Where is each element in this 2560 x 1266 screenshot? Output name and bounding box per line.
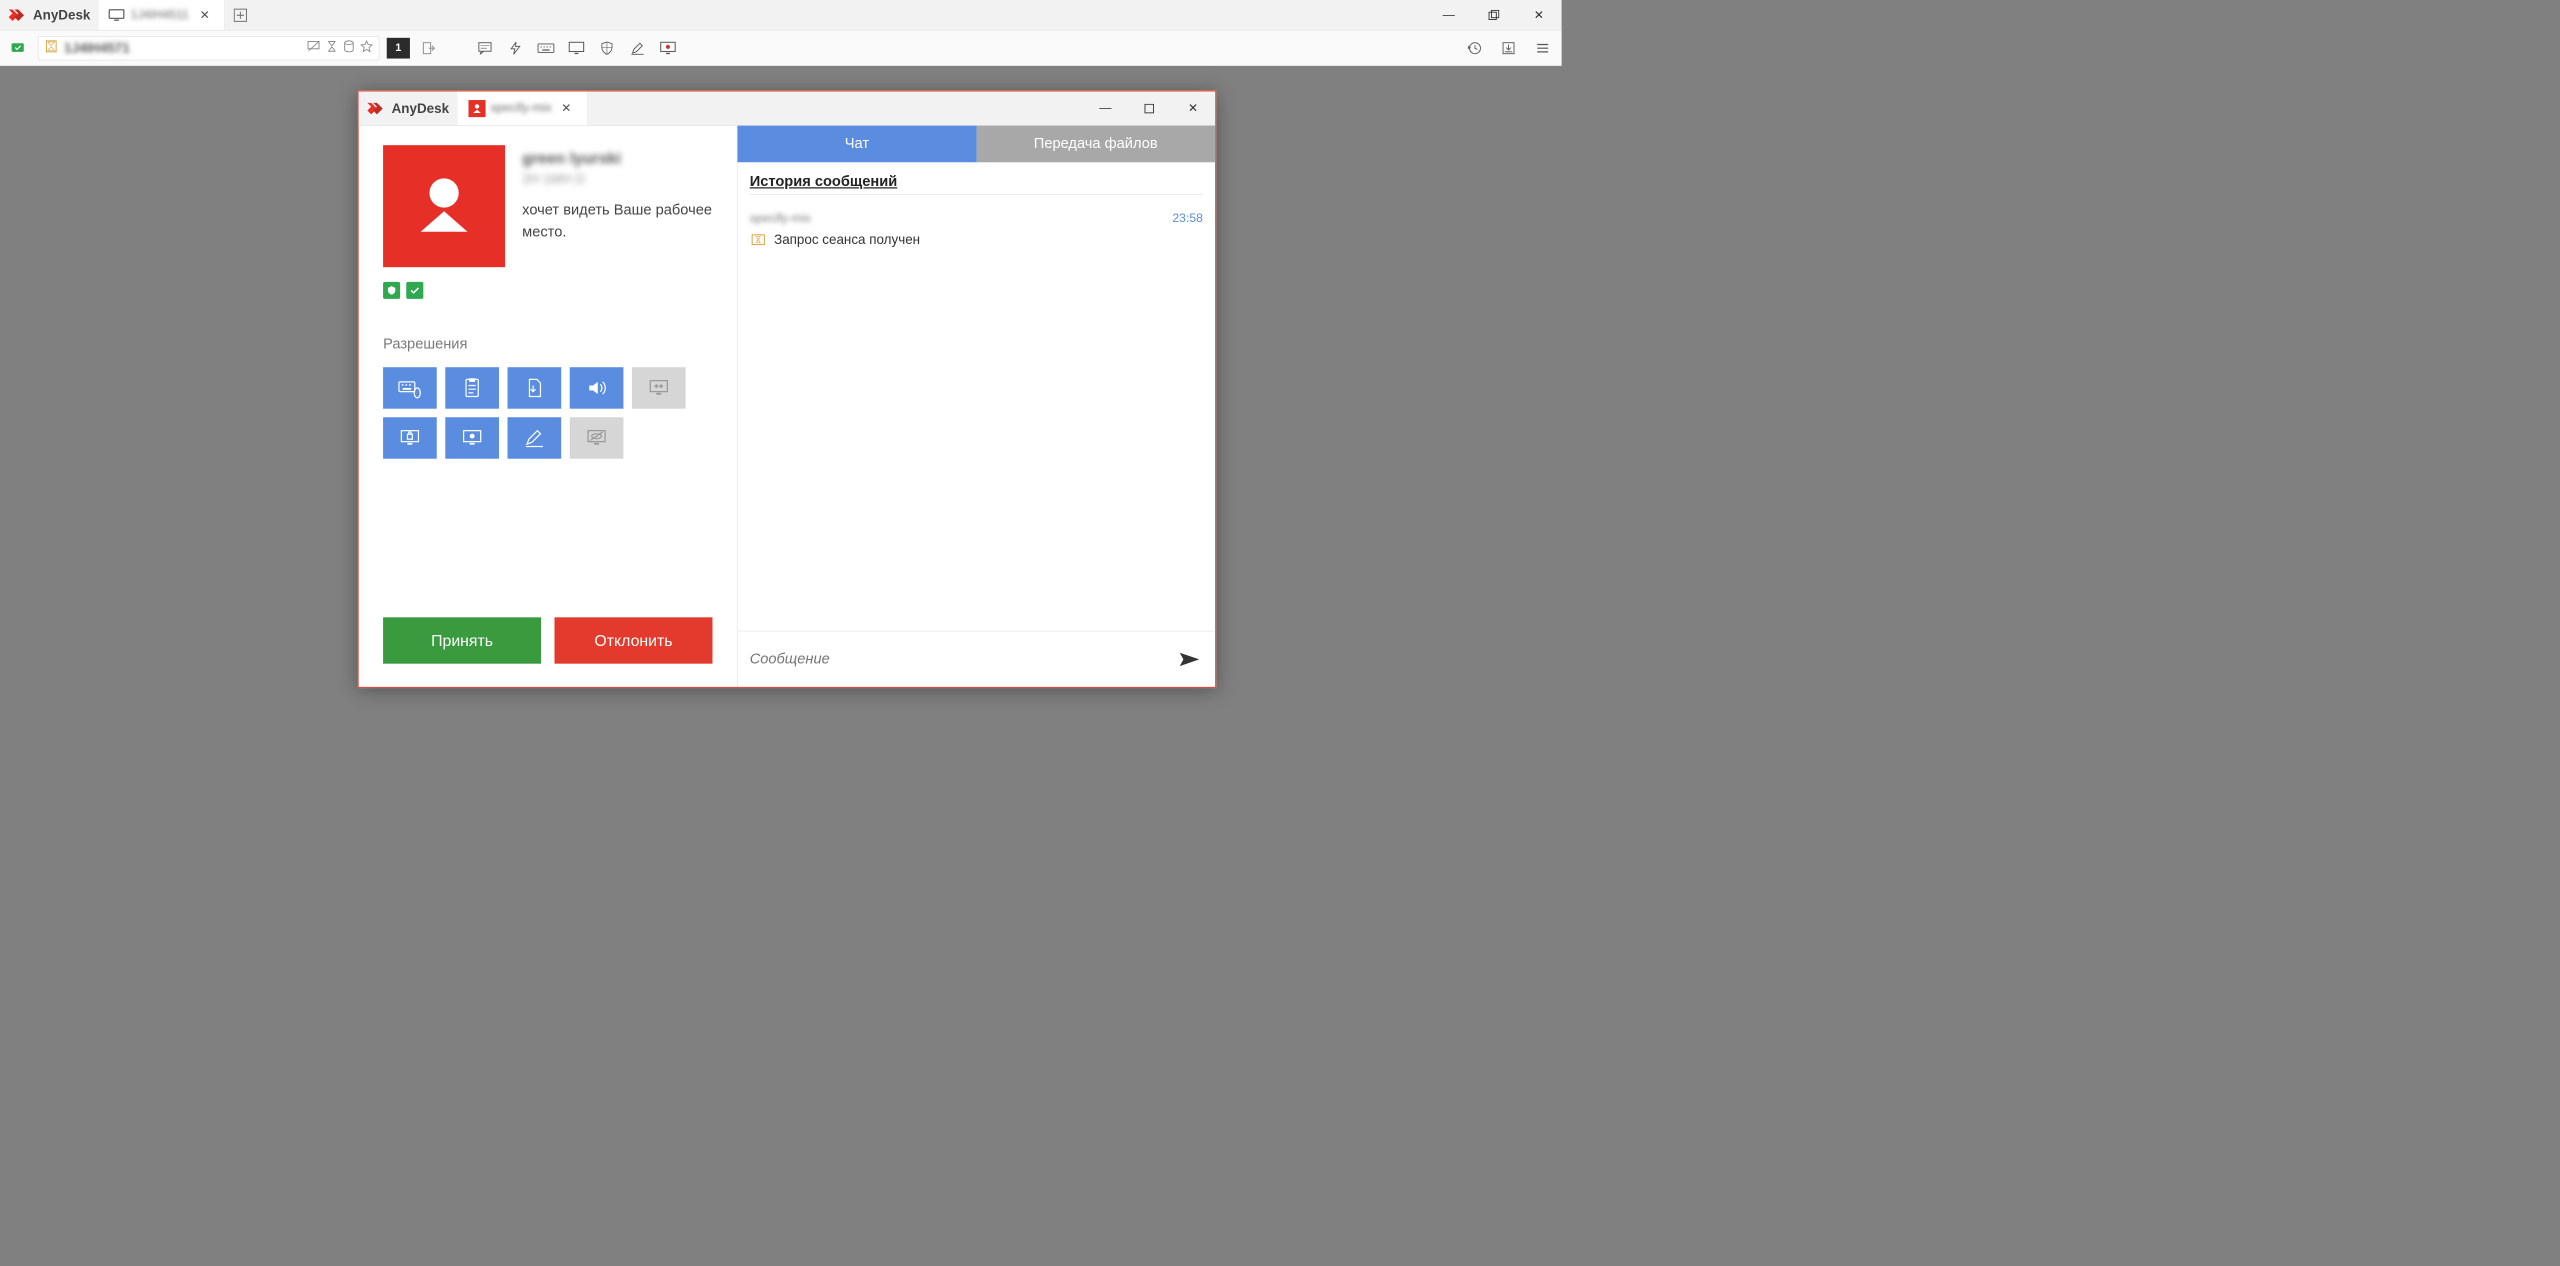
download-icon[interactable] — [1497, 36, 1520, 59]
chat-history-header: История сообщений — [750, 173, 1203, 194]
dialog-maximize-button[interactable] — [1127, 92, 1171, 126]
hamburger-menu-icon[interactable] — [1531, 36, 1554, 59]
pen-icon[interactable] — [626, 36, 649, 59]
dialog-tab[interactable]: specify-mix ✕ — [458, 92, 588, 126]
lightning-icon[interactable] — [504, 36, 527, 59]
star-icon[interactable] — [361, 40, 373, 55]
perm-record[interactable] — [445, 417, 499, 458]
main-titlebar: AnyDesk 1J4IH4511 ✕ — ✕ — [0, 0, 1562, 31]
exit-icon[interactable] — [417, 36, 440, 59]
status-icons — [383, 282, 712, 299]
requester-id: 2H 1MH D — [522, 171, 712, 187]
reject-button[interactable]: Отклонить — [554, 617, 712, 663]
anydesk-logo-icon — [367, 102, 387, 115]
address-bar[interactable]: 1J4IH4571 — [38, 36, 380, 60]
action-buttons: Принять Отклонить — [383, 617, 712, 667]
message-input[interactable] — [750, 651, 1176, 668]
dialog-brand-name: AnyDesk — [392, 100, 449, 116]
perm-lock[interactable] — [383, 417, 437, 458]
send-button[interactable] — [1176, 646, 1203, 673]
chat-message: specify-mix 23:58 Запрос сеанса получен — [750, 212, 1203, 248]
shield-icon[interactable] — [595, 36, 618, 59]
perm-file-transfer[interactable] — [508, 367, 562, 408]
chat-area: История сообщений specify-mix 23:58 Запр… — [737, 162, 1215, 630]
minimize-button[interactable]: — — [1426, 0, 1471, 30]
tab-chat[interactable]: Чат — [737, 126, 976, 163]
close-window-button[interactable]: ✕ — [1516, 0, 1561, 30]
dialog-window-controls: — ✕ — [1083, 92, 1215, 126]
compose-row — [737, 631, 1215, 687]
session-request-icon — [750, 232, 767, 247]
perm-privacy[interactable] — [570, 417, 624, 458]
session-tab-label: 1J4IH4511 — [131, 8, 189, 22]
dialog-tab-close-icon[interactable]: ✕ — [556, 101, 576, 116]
requester-avatar-icon — [383, 145, 505, 267]
perm-draw[interactable] — [508, 417, 562, 458]
request-description: хочет видеть Ваше рабочее место. — [522, 199, 712, 243]
maximize-button[interactable] — [1471, 0, 1516, 30]
requester-name: green lyurski — [522, 149, 712, 168]
main-window: AnyDesk 1J4IH4511 ✕ — ✕ 1J4 — [0, 0, 1562, 772]
anydesk-logo-icon — [9, 8, 29, 21]
tab-file-transfer[interactable]: Передача файлов — [976, 126, 1215, 163]
dialog-brand: AnyDesk — [359, 92, 458, 126]
monitor-disabled-icon[interactable] — [307, 40, 320, 55]
session-count-badge[interactable]: 1 — [387, 38, 410, 59]
record-icon[interactable] — [656, 36, 679, 59]
connection-status-icon[interactable] — [7, 36, 30, 59]
hourglass2-icon[interactable] — [326, 40, 337, 55]
connection-request-dialog: AnyDesk specify-mix ✕ — ✕ — [357, 90, 1216, 688]
chat-icon[interactable] — [473, 36, 496, 59]
history-icon[interactable] — [1463, 36, 1486, 59]
perm-clipboard[interactable] — [445, 367, 499, 408]
hourglass-icon — [45, 40, 58, 56]
close-tab-icon[interactable]: ✕ — [195, 7, 215, 22]
address-text: 1J4IH4571 — [64, 40, 130, 56]
dialog-close-button[interactable]: ✕ — [1171, 92, 1215, 126]
chat-panel: Чат Передача файлов История сообщений sp… — [737, 126, 1215, 687]
requester-avatar-small-icon — [469, 100, 486, 117]
add-tab-button[interactable] — [225, 0, 256, 30]
main-toolbar: 1J4IH4571 1 — [0, 31, 1562, 66]
permissions-title: Разрешения — [383, 336, 712, 353]
monitor-icon — [109, 9, 125, 21]
keyboard-icon[interactable] — [534, 36, 557, 59]
brand-area: AnyDesk — [0, 0, 99, 30]
verified-icon — [383, 282, 400, 299]
dialog-minimize-button[interactable]: — — [1083, 92, 1127, 126]
permissions-grid — [383, 367, 725, 459]
perm-keyboard-mouse[interactable] — [383, 367, 437, 408]
message-sender: specify-mix — [750, 212, 811, 226]
dialog-tab-label: specify-mix — [491, 101, 552, 115]
dialog-body: green lyurski 2H 1MH D хочет видеть Ваше… — [359, 126, 1215, 687]
secure-icon — [406, 282, 423, 299]
message-text: Запрос сеанса получен — [774, 232, 920, 248]
chat-tabs: Чат Передача файлов — [737, 126, 1215, 163]
display-icon[interactable] — [565, 36, 588, 59]
request-panel: green lyurski 2H 1MH D хочет видеть Ваше… — [359, 126, 737, 687]
perm-vpn[interactable] — [632, 367, 686, 408]
message-time: 23:58 — [1172, 212, 1203, 226]
brand-name: AnyDesk — [33, 7, 90, 23]
session-tab[interactable]: 1J4IH4511 ✕ — [99, 0, 225, 30]
requester-block: green lyurski 2H 1MH D хочет видеть Ваше… — [383, 145, 712, 267]
window-controls: — ✕ — [1426, 0, 1561, 30]
accept-button[interactable]: Принять — [383, 617, 541, 663]
dialog-titlebar: AnyDesk specify-mix ✕ — ✕ — [359, 92, 1215, 126]
perm-audio[interactable] — [570, 367, 624, 408]
database-icon[interactable] — [343, 40, 354, 55]
